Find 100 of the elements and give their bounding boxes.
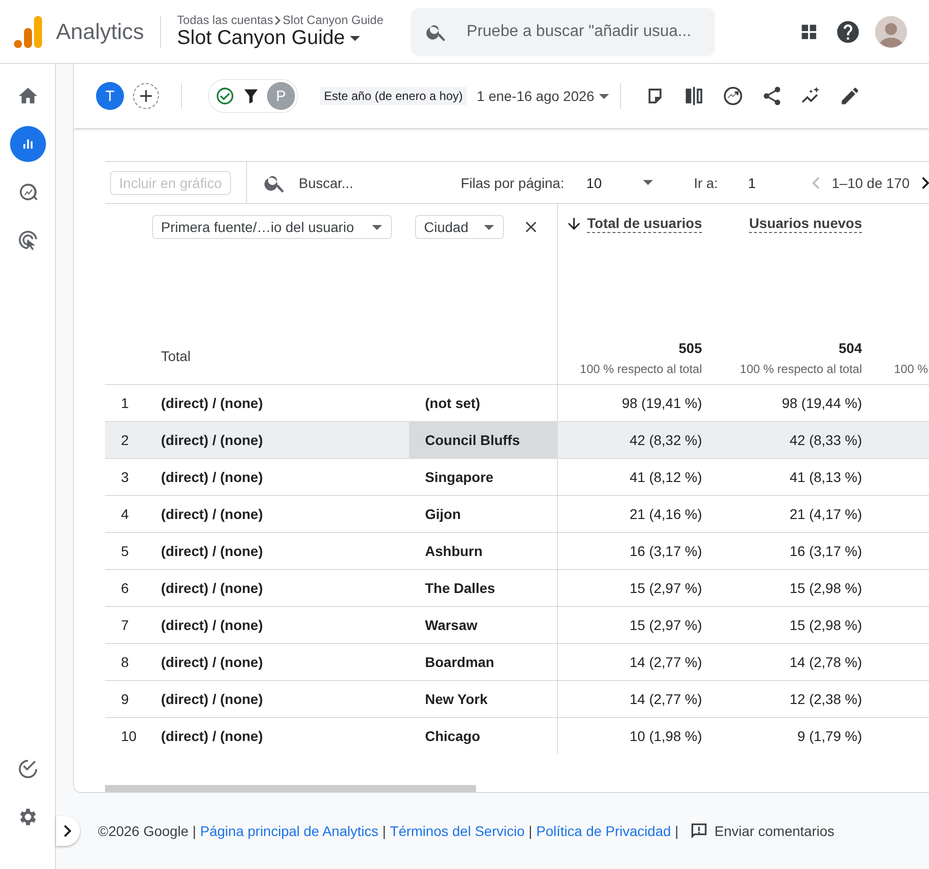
table-cell: Council Bluffs (409, 422, 558, 458)
add-comparison-button[interactable] (133, 83, 159, 109)
row-number: 8 (120, 653, 130, 672)
go-to-field[interactable]: 1 (748, 174, 756, 190)
expand-sidebar-button[interactable] (56, 816, 80, 846)
target-cursor-icon (16, 229, 38, 251)
bar-chart-logo-icon (14, 16, 42, 48)
search-input[interactable]: Pruebe a buscar "añadir usua... (464, 22, 702, 42)
column-header[interactable]: Total de usuarios (587, 215, 702, 233)
separator-text: | (382, 823, 386, 840)
property-selector[interactable]: Slot Canyon Guide (177, 27, 384, 50)
table-cell-text: (direct) / (none) (161, 727, 264, 746)
help-icon (835, 18, 861, 44)
next-page-button[interactable] (922, 176, 929, 188)
table-cell-text: 41 (8,13 %) (788, 468, 863, 487)
table-row[interactable]: 7 (direct) / (none) Warsaw 15 (2,97 %) 15 (2,98 %) (105, 606, 929, 643)
column-total-share: 100 % respecto al total (740, 362, 862, 376)
table-cell-text: 98 (19,44 %) (780, 394, 863, 413)
table-cell-text: (direct) / (none) (161, 690, 264, 709)
column-total-share: 100 % (894, 362, 928, 376)
column-total: 505 (678, 340, 702, 356)
table-cell: Chicago (409, 718, 558, 754)
help-button[interactable] (835, 18, 861, 44)
table-cell-text: (direct) / (none) (161, 431, 264, 450)
footer-link[interactable]: Términos del Servicio (390, 823, 525, 840)
filter-avatar: P (267, 82, 295, 110)
rows-per-page-select[interactable]: 10 (586, 174, 658, 190)
dimension-dropdown[interactable]: Ciudad (415, 215, 504, 239)
chevron-right-icon (64, 825, 72, 838)
date-preset-label: Este año (de enero a hoy) (320, 87, 467, 105)
table-cell-text: 16 (3,17 %) (628, 542, 703, 561)
footer-link[interactable]: Política de Privacidad (536, 823, 671, 840)
table-cell-text: 21 (4,16 %) (628, 505, 703, 524)
row-number: 3 (120, 468, 130, 487)
separator-text: | (528, 823, 532, 840)
table-cell-text: 9 (1,79 %) (796, 727, 863, 746)
table-row[interactable]: 1 (direct) / (none) (not set) 98 (19,41 %) 98 (19,44 %) (105, 384, 929, 421)
date-range[interactable]: 1 ene-16 ago 2026 (476, 88, 594, 104)
table-cell-text: 14 (2,78 %) (788, 653, 863, 672)
insights-button[interactable] (722, 85, 744, 107)
product-name: Analytics (56, 18, 144, 44)
row-number: 2 (120, 431, 130, 450)
row-number: 6 (120, 579, 130, 598)
footer-link[interactable]: Página principal de Analytics (200, 823, 378, 840)
column-total: 504 (838, 340, 862, 356)
table-row[interactable]: 6 (direct) / (none) The Dalles 15 (2,97 %) 15 (2,98 %) (105, 569, 929, 606)
table-row[interactable]: 5 (direct) / (none) Ashburn 16 (3,17 %) 16 (3,17 %) (105, 532, 929, 569)
table-cell-text: 14 (2,77 %) (628, 690, 703, 709)
caret-icon (372, 224, 382, 230)
separator-text: | (192, 823, 196, 840)
table-cell-text: (direct) / (none) (161, 505, 264, 524)
nav-button[interactable] (10, 126, 46, 162)
table-cell-text: 14 (2,77 %) (628, 653, 703, 672)
table-cell-text: (direct) / (none) (161, 542, 264, 561)
copyright-text: ©2026 Google (98, 823, 188, 840)
row-number: 4 (120, 505, 130, 524)
row-number: 10 (120, 727, 138, 746)
chevron-right-icon (922, 176, 929, 188)
horizontal-scrollbar[interactable] (105, 785, 476, 792)
caret-icon (642, 180, 653, 185)
table-row[interactable]: 2 (direct) / (none) Council Bluffs 42 (8,32 %) 42 (8,33 %) (105, 421, 929, 458)
search-field[interactable]: Pruebe a buscar "añadir usua... (411, 8, 716, 56)
dimension-dropdown[interactable]: Primera fuente/…io del usuario (152, 215, 392, 239)
breadcrumb-link[interactable]: Slot Canyon Guide (282, 13, 384, 27)
total-label: Total (160, 348, 192, 364)
table-cell-text: (direct) / (none) (161, 468, 264, 487)
compare-button[interactable] (683, 85, 706, 107)
feedback-button[interactable]: Enviar comentarios (688, 821, 834, 842)
table-cell-text: 21 (4,17 %) (788, 505, 863, 524)
column-total-share: 100 % respecto al total (580, 362, 702, 376)
breadcrumb-link[interactable]: Todas las cuentas (177, 13, 274, 27)
table-row[interactable]: 9 (direct) / (none) New York 14 (2,77 %) 12 (2,38 %) (105, 680, 929, 717)
caret-icon (350, 36, 360, 41)
chevron-right-icon (275, 16, 281, 24)
table-cell-text: (direct) / (none) (161, 394, 264, 413)
table-cell-text: 15 (2,97 %) (628, 579, 703, 598)
table-cell-text: (direct) / (none) (161, 616, 264, 635)
column-header[interactable]: Usuarios nuevos (749, 215, 862, 233)
table-cell-text: 16 (3,17 %) (788, 542, 863, 561)
table-cell-text: (direct) / (none) (161, 579, 264, 598)
comparison-avatar[interactable]: T (96, 82, 124, 110)
table-row[interactable]: 3 (direct) / (none) Singapore 41 (8,12 %) 41 (8,13 %) (105, 458, 929, 495)
row-number: 5 (120, 542, 130, 561)
table-cell-text: 15 (2,98 %) (788, 579, 863, 598)
table-cell-text: 98 (19,41 %) (620, 394, 703, 413)
table-cell-text: 12 (2,38 %) (788, 690, 863, 709)
row-number: 1 (120, 394, 130, 413)
row-number: 9 (120, 690, 130, 709)
table-cell-text: 42 (8,32 %) (628, 431, 703, 450)
table-cell-text: 41 (8,12 %) (628, 468, 703, 487)
table-row[interactable]: 4 (direct) / (none) Gijon 21 (4,16 %) 21 (4,17 %) (105, 495, 929, 532)
caret-icon (484, 224, 494, 230)
table-cell-text: 15 (2,98 %) (788, 616, 863, 635)
edit-button[interactable] (839, 85, 862, 107)
pencil-icon (839, 85, 862, 107)
separator-text: | (674, 823, 679, 840)
avatar[interactable] (875, 16, 907, 48)
rows-per-page-label: Filas por página: (460, 174, 564, 190)
table-row[interactable]: 8 (direct) / (none) Boardman 14 (2,77 %) 14 (2,78 %) (105, 643, 929, 680)
table-row[interactable]: 10 (direct) / (none) Chicago 10 (1,98 %) 9 (1,79 %) (105, 717, 929, 754)
